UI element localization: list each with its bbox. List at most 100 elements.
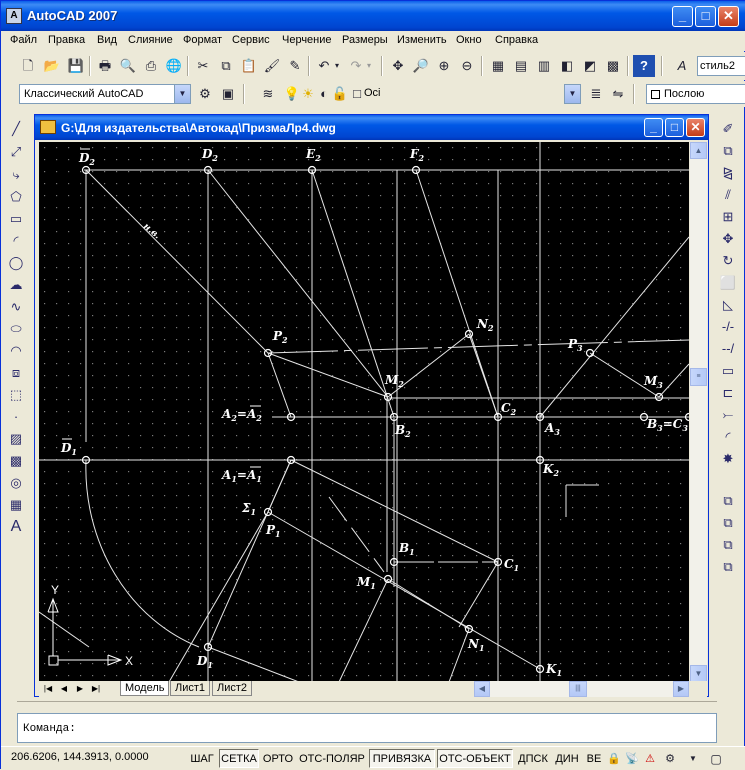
chevron-down-icon[interactable]: ▼ xyxy=(174,85,190,103)
snap-toggle[interactable]: ШАГ xyxy=(187,749,217,768)
clean-screen-icon[interactable]: ▢ xyxy=(707,748,725,770)
polar-tracking-toggle[interactable]: ОТС-ПОЛЯР xyxy=(297,749,367,768)
notification-icon[interactable]: ⚠ xyxy=(642,748,658,770)
revcloud-icon[interactable]: ☁ xyxy=(5,274,27,296)
spline-icon[interactable]: ∿ xyxy=(5,296,27,318)
tab-sheet1[interactable]: Лист1 xyxy=(170,681,211,696)
drawing-file-icon[interactable] xyxy=(40,120,56,134)
polyline-icon[interactable]: ⤷ xyxy=(5,164,27,186)
cursor-coordinates[interactable]: 206.6206, 144.3913, 0.0000 xyxy=(11,751,149,763)
copy-icon[interactable]: ⧉ xyxy=(215,55,237,77)
help-icon[interactable]: ? xyxy=(633,55,655,77)
break-icon[interactable]: ▭ xyxy=(717,360,739,382)
model-space-canvas[interactable]: D2 D2 E2 F2 н.в. P2 N2 P3 M2 M3 A2=A2 C2… xyxy=(39,142,689,682)
dynamic-input-toggle[interactable]: ДИН xyxy=(553,749,581,768)
menu-view[interactable]: Вид xyxy=(97,34,117,46)
layer-select[interactable]: Осі xyxy=(296,84,580,104)
redo-dropdown-icon[interactable]: ▾ xyxy=(363,55,375,77)
color-select[interactable]: Послою xyxy=(646,84,745,104)
ortho-toggle[interactable]: ОРТО xyxy=(261,749,295,768)
arc-icon[interactable]: ◜ xyxy=(5,230,27,252)
menu-modify[interactable]: Изменить xyxy=(397,34,447,46)
prev-tab-icon[interactable]: ◀ xyxy=(57,682,71,696)
print-icon[interactable]: 🖶 xyxy=(94,55,116,77)
circle-icon[interactable]: ◯ xyxy=(5,252,27,274)
cut-icon[interactable]: ✂ xyxy=(192,55,214,77)
move-icon[interactable]: ✥ xyxy=(717,228,739,250)
ellipse-arc-icon[interactable]: ◠ xyxy=(5,340,27,362)
last-tab-icon[interactable]: ▶| xyxy=(89,682,103,696)
close-button[interactable]: ✕ xyxy=(718,6,739,27)
draw-order-back-icon[interactable]: ⧉ xyxy=(717,512,739,534)
drawing-title-bar[interactable]: G:\Для издательства\Автокад\ПризмаЛр4.dw… xyxy=(35,115,708,140)
tool-palettes-icon[interactable]: ▥ xyxy=(533,55,555,77)
chamfer-icon[interactable]: ⤚ xyxy=(717,404,739,426)
design-center-icon[interactable]: ▤ xyxy=(510,55,532,77)
copy-object-icon[interactable]: ⧉ xyxy=(717,140,739,162)
horizontal-scroll-thumb[interactable]: ||| xyxy=(569,681,587,697)
scroll-right-icon[interactable]: ▶ xyxy=(673,681,689,697)
publish-icon[interactable]: ⎙ xyxy=(140,55,162,77)
autocad-app-icon[interactable]: A xyxy=(6,8,22,24)
draw-order-above-icon[interactable]: ⧉ xyxy=(717,534,739,556)
maximize-button[interactable]: □ xyxy=(695,6,716,27)
zoom-previous-icon[interactable]: ⊖ xyxy=(456,55,478,77)
workspace-select[interactable]: Классический AutoCAD ▼ xyxy=(19,84,191,104)
workspace-save-icon[interactable]: ▣ xyxy=(217,83,239,105)
workspace-settings-icon[interactable]: ⚙ xyxy=(194,83,216,105)
match-properties-icon[interactable]: 🖌 xyxy=(261,55,283,77)
menu-dimension[interactable]: Размеры xyxy=(342,34,388,46)
web-icon[interactable]: 🌐 xyxy=(163,55,185,77)
erase-icon[interactable]: ✐ xyxy=(717,118,739,140)
vertical-scrollbar[interactable]: ▲ ≡ ▼ xyxy=(690,142,707,682)
scroll-up-icon[interactable]: ▲ xyxy=(690,142,707,159)
print-preview-icon[interactable]: 🔍 xyxy=(117,55,139,77)
save-icon[interactable]: 💾 xyxy=(65,55,87,77)
stretch-icon[interactable]: ◺ xyxy=(717,294,739,316)
text-style-icon[interactable]: A xyxy=(671,55,693,77)
draw-order-under-icon[interactable]: ⧉ xyxy=(717,556,739,578)
join-icon[interactable]: ⊏ xyxy=(717,382,739,404)
extend-icon[interactable]: --/ xyxy=(717,338,739,360)
tab-model[interactable]: Модель xyxy=(120,681,170,696)
construction-line-icon[interactable]: ⤢ xyxy=(5,141,27,163)
new-icon[interactable]: 🗋 xyxy=(17,55,39,77)
rotate-icon[interactable]: ↻ xyxy=(717,250,739,272)
hatch-icon[interactable]: ▨ xyxy=(5,428,27,450)
drawing-minimize-button[interactable]: _ xyxy=(644,118,663,137)
pan-icon[interactable]: ✥ xyxy=(387,55,409,77)
line-icon[interactable]: ╱ xyxy=(5,118,27,140)
offset-icon[interactable]: ⫽ xyxy=(717,184,739,206)
calculator-icon[interactable]: ▩ xyxy=(602,55,624,77)
grid-toggle[interactable]: СЕТКА xyxy=(219,749,259,768)
point-icon[interactable]: · xyxy=(5,406,27,428)
make-layer-current-icon[interactable]: ≣ xyxy=(585,83,607,105)
horizontal-scrollbar[interactable]: ◀ ||| ▶ xyxy=(474,681,689,697)
next-tab-icon[interactable]: ▶ xyxy=(73,682,87,696)
lineweight-toggle[interactable]: ВЕ xyxy=(583,749,605,768)
scroll-thumb[interactable]: ≡ xyxy=(690,368,707,386)
polygon-icon[interactable]: ⬠ xyxy=(5,186,27,208)
markup-icon[interactable]: ◩ xyxy=(579,55,601,77)
lock-icon[interactable]: 🔒 xyxy=(606,748,622,770)
make-block-icon[interactable]: ⬚ xyxy=(5,384,27,406)
draw-order-front-icon[interactable]: ⧉ xyxy=(717,490,739,512)
explode-icon[interactable]: ✸ xyxy=(717,448,739,470)
object-tracking-toggle[interactable]: ОТС-ОБЪЕКТ xyxy=(437,749,513,768)
layer-dropdown[interactable]: ▼ xyxy=(564,84,581,104)
minimize-button[interactable]: _ xyxy=(672,6,693,27)
cad-standards-icon[interactable]: ⚙ xyxy=(662,748,678,770)
tab-sheet2[interactable]: Лист2 xyxy=(212,681,253,696)
sheet-set-icon[interactable]: ◧ xyxy=(556,55,578,77)
fillet-icon[interactable]: ◜ xyxy=(717,426,739,448)
ducs-toggle[interactable]: ДПСК xyxy=(515,749,551,768)
menu-help[interactable]: Справка xyxy=(495,34,538,46)
gradient-icon[interactable]: ▩ xyxy=(5,450,27,472)
ellipse-icon[interactable]: ⬭ xyxy=(5,318,27,340)
zoom-window-icon[interactable]: ⊕ xyxy=(433,55,455,77)
layer-manager-icon[interactable]: ≋ xyxy=(257,83,279,105)
chevron-down-icon[interactable]: ▼ xyxy=(565,85,580,103)
layer-previous-icon[interactable]: ⇋ xyxy=(607,83,629,105)
table-icon[interactable]: ▦ xyxy=(5,494,27,516)
menu-format[interactable]: Формат xyxy=(183,34,222,46)
